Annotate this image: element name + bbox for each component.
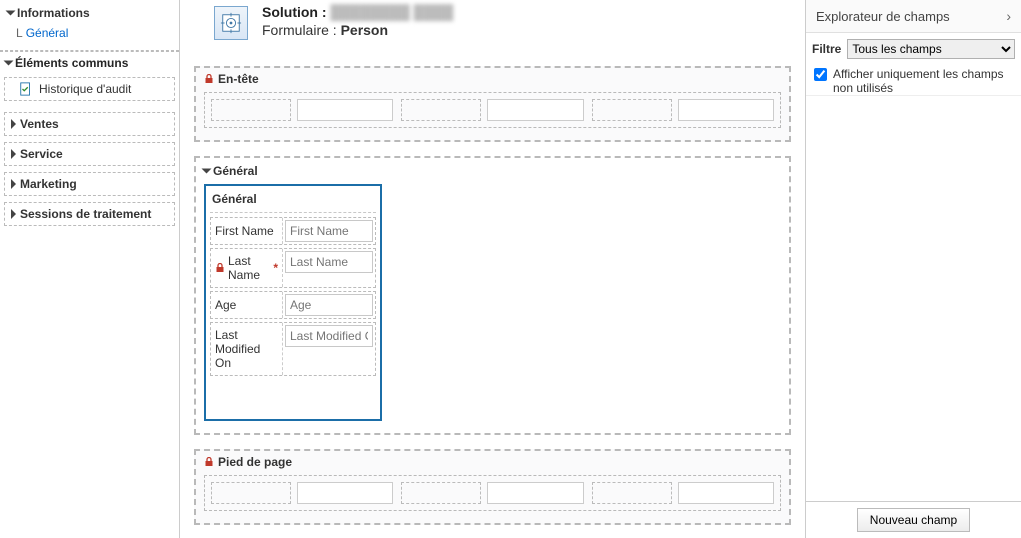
chevron-right-icon bbox=[11, 179, 16, 189]
sidebar-common-title: Éléments communs bbox=[15, 56, 128, 70]
sidebar-section-sessions[interactable]: Sessions de traitement bbox=[4, 202, 175, 226]
field-row-age[interactable]: Age bbox=[210, 291, 376, 319]
solution-label: Solution : bbox=[262, 4, 327, 20]
section-header[interactable]: En-tête bbox=[194, 66, 791, 142]
solution-name: ████████ ████ bbox=[330, 4, 453, 20]
sidebar-sales-title: Ventes bbox=[20, 117, 59, 131]
sidebar-service-title: Service bbox=[20, 147, 63, 161]
header-field-slots[interactable] bbox=[204, 92, 781, 128]
sidebar-left: Informations L Général Éléments communs … bbox=[0, 0, 180, 538]
sidebar-section-service[interactable]: Service bbox=[4, 142, 175, 166]
form-label: Formulaire : bbox=[262, 22, 337, 38]
required-indicator: * bbox=[273, 261, 278, 275]
field-first-name-label: First Name bbox=[215, 224, 274, 238]
sidebar-section-information[interactable]: Informations bbox=[0, 0, 179, 22]
field-row-first-name[interactable]: First Name bbox=[210, 217, 376, 245]
unused-only-checkbox[interactable] bbox=[814, 68, 827, 81]
sidebar-link-general-label: Général bbox=[26, 26, 69, 40]
field-last-name-label: Last Name bbox=[228, 254, 271, 282]
solution-line: Solution : ████████ ████ bbox=[262, 4, 453, 20]
header-slot-label-3[interactable] bbox=[592, 99, 672, 121]
field-explorer-filter-row: Filtre Tous les champs bbox=[806, 33, 1021, 65]
sidebar-section-common[interactable]: Éléments communs bbox=[0, 51, 179, 74]
sidebar-sessions-title: Sessions de traitement bbox=[20, 207, 151, 221]
chevron-down-icon bbox=[6, 11, 16, 16]
field-last-modified-input[interactable] bbox=[285, 325, 373, 347]
footer-slot-value-2[interactable] bbox=[487, 482, 583, 504]
form-canvas[interactable]: En-tête Général Général First Name bbox=[194, 60, 799, 532]
field-first-name-input[interactable] bbox=[285, 220, 373, 242]
field-last-name-input[interactable] bbox=[285, 251, 373, 273]
footer-slot-value-3[interactable] bbox=[678, 482, 774, 504]
chevron-right-icon: › bbox=[1006, 8, 1011, 24]
field-explorer-header[interactable]: Explorateur de champs › bbox=[806, 0, 1021, 33]
field-age-input[interactable] bbox=[285, 294, 373, 316]
sidebar-item-audit-label: Historique d'audit bbox=[39, 82, 131, 96]
section-footer-title: Pied de page bbox=[218, 455, 292, 469]
lock-icon bbox=[215, 263, 225, 273]
unused-only-label: Afficher uniquement les champs non utili… bbox=[833, 67, 1013, 95]
header-slot-label-2[interactable] bbox=[401, 99, 481, 121]
sidebar-item-audit[interactable]: Historique d'audit bbox=[4, 77, 175, 101]
footer-slot-label-2[interactable] bbox=[401, 482, 481, 504]
field-last-modified-label: Last Modified On bbox=[215, 328, 278, 370]
field-explorer-title: Explorateur de champs bbox=[816, 9, 950, 24]
sidebar-info-title: Informations bbox=[17, 6, 90, 20]
field-explorer: Explorateur de champs › Filtre Tous les … bbox=[805, 0, 1021, 538]
footer-field-slots[interactable] bbox=[204, 475, 781, 511]
section-header-title: En-tête bbox=[218, 72, 259, 86]
subsection-general[interactable]: Général First Name Last Name * Age bbox=[204, 184, 382, 421]
form-line: Formulaire : Person bbox=[262, 22, 453, 38]
header-slot-value-2[interactable] bbox=[487, 99, 583, 121]
sidebar-marketing-title: Marketing bbox=[20, 177, 77, 191]
filter-label: Filtre bbox=[812, 42, 841, 56]
sidebar-section-marketing[interactable]: Marketing bbox=[4, 172, 175, 196]
section-footer[interactable]: Pied de page bbox=[194, 449, 791, 525]
chevron-right-icon bbox=[11, 149, 16, 159]
header-slot-label-1[interactable] bbox=[211, 99, 291, 121]
sidebar-link-general[interactable]: L Général bbox=[0, 22, 179, 44]
tab-general[interactable]: Général Général First Name Last Name * bbox=[194, 156, 791, 435]
chevron-down-icon bbox=[4, 61, 14, 66]
field-age-label: Age bbox=[215, 298, 236, 312]
filter-select[interactable]: Tous les champs bbox=[847, 39, 1015, 59]
page-title-row: Solution : ████████ ████ Formulaire : Pe… bbox=[180, 0, 805, 42]
form-entity-icon bbox=[214, 6, 248, 40]
form-name: Person bbox=[341, 22, 388, 38]
field-row-last-name[interactable]: Last Name * bbox=[210, 248, 376, 288]
subsection-general-title: Général bbox=[210, 190, 376, 213]
footer-slot-value-1[interactable] bbox=[297, 482, 393, 504]
lock-icon bbox=[204, 457, 214, 467]
field-explorer-body[interactable] bbox=[806, 95, 1021, 502]
header-slot-value-1[interactable] bbox=[297, 99, 393, 121]
lock-icon bbox=[204, 74, 214, 84]
document-check-icon bbox=[19, 82, 33, 96]
header-slot-value-3[interactable] bbox=[678, 99, 774, 121]
form-editor-main: Solution : ████████ ████ Formulaire : Pe… bbox=[180, 0, 805, 538]
footer-slot-label-3[interactable] bbox=[592, 482, 672, 504]
footer-slot-label-1[interactable] bbox=[211, 482, 291, 504]
chevron-down-icon bbox=[202, 169, 212, 174]
sidebar-section-sales[interactable]: Ventes bbox=[4, 112, 175, 136]
tab-general-title: Général bbox=[213, 164, 258, 178]
field-row-last-modified[interactable]: Last Modified On bbox=[210, 322, 376, 376]
chevron-right-icon bbox=[11, 119, 16, 129]
chevron-right-icon bbox=[11, 209, 16, 219]
tree-prefix-icon: L bbox=[16, 26, 23, 40]
new-field-button[interactable]: Nouveau champ bbox=[857, 508, 970, 532]
